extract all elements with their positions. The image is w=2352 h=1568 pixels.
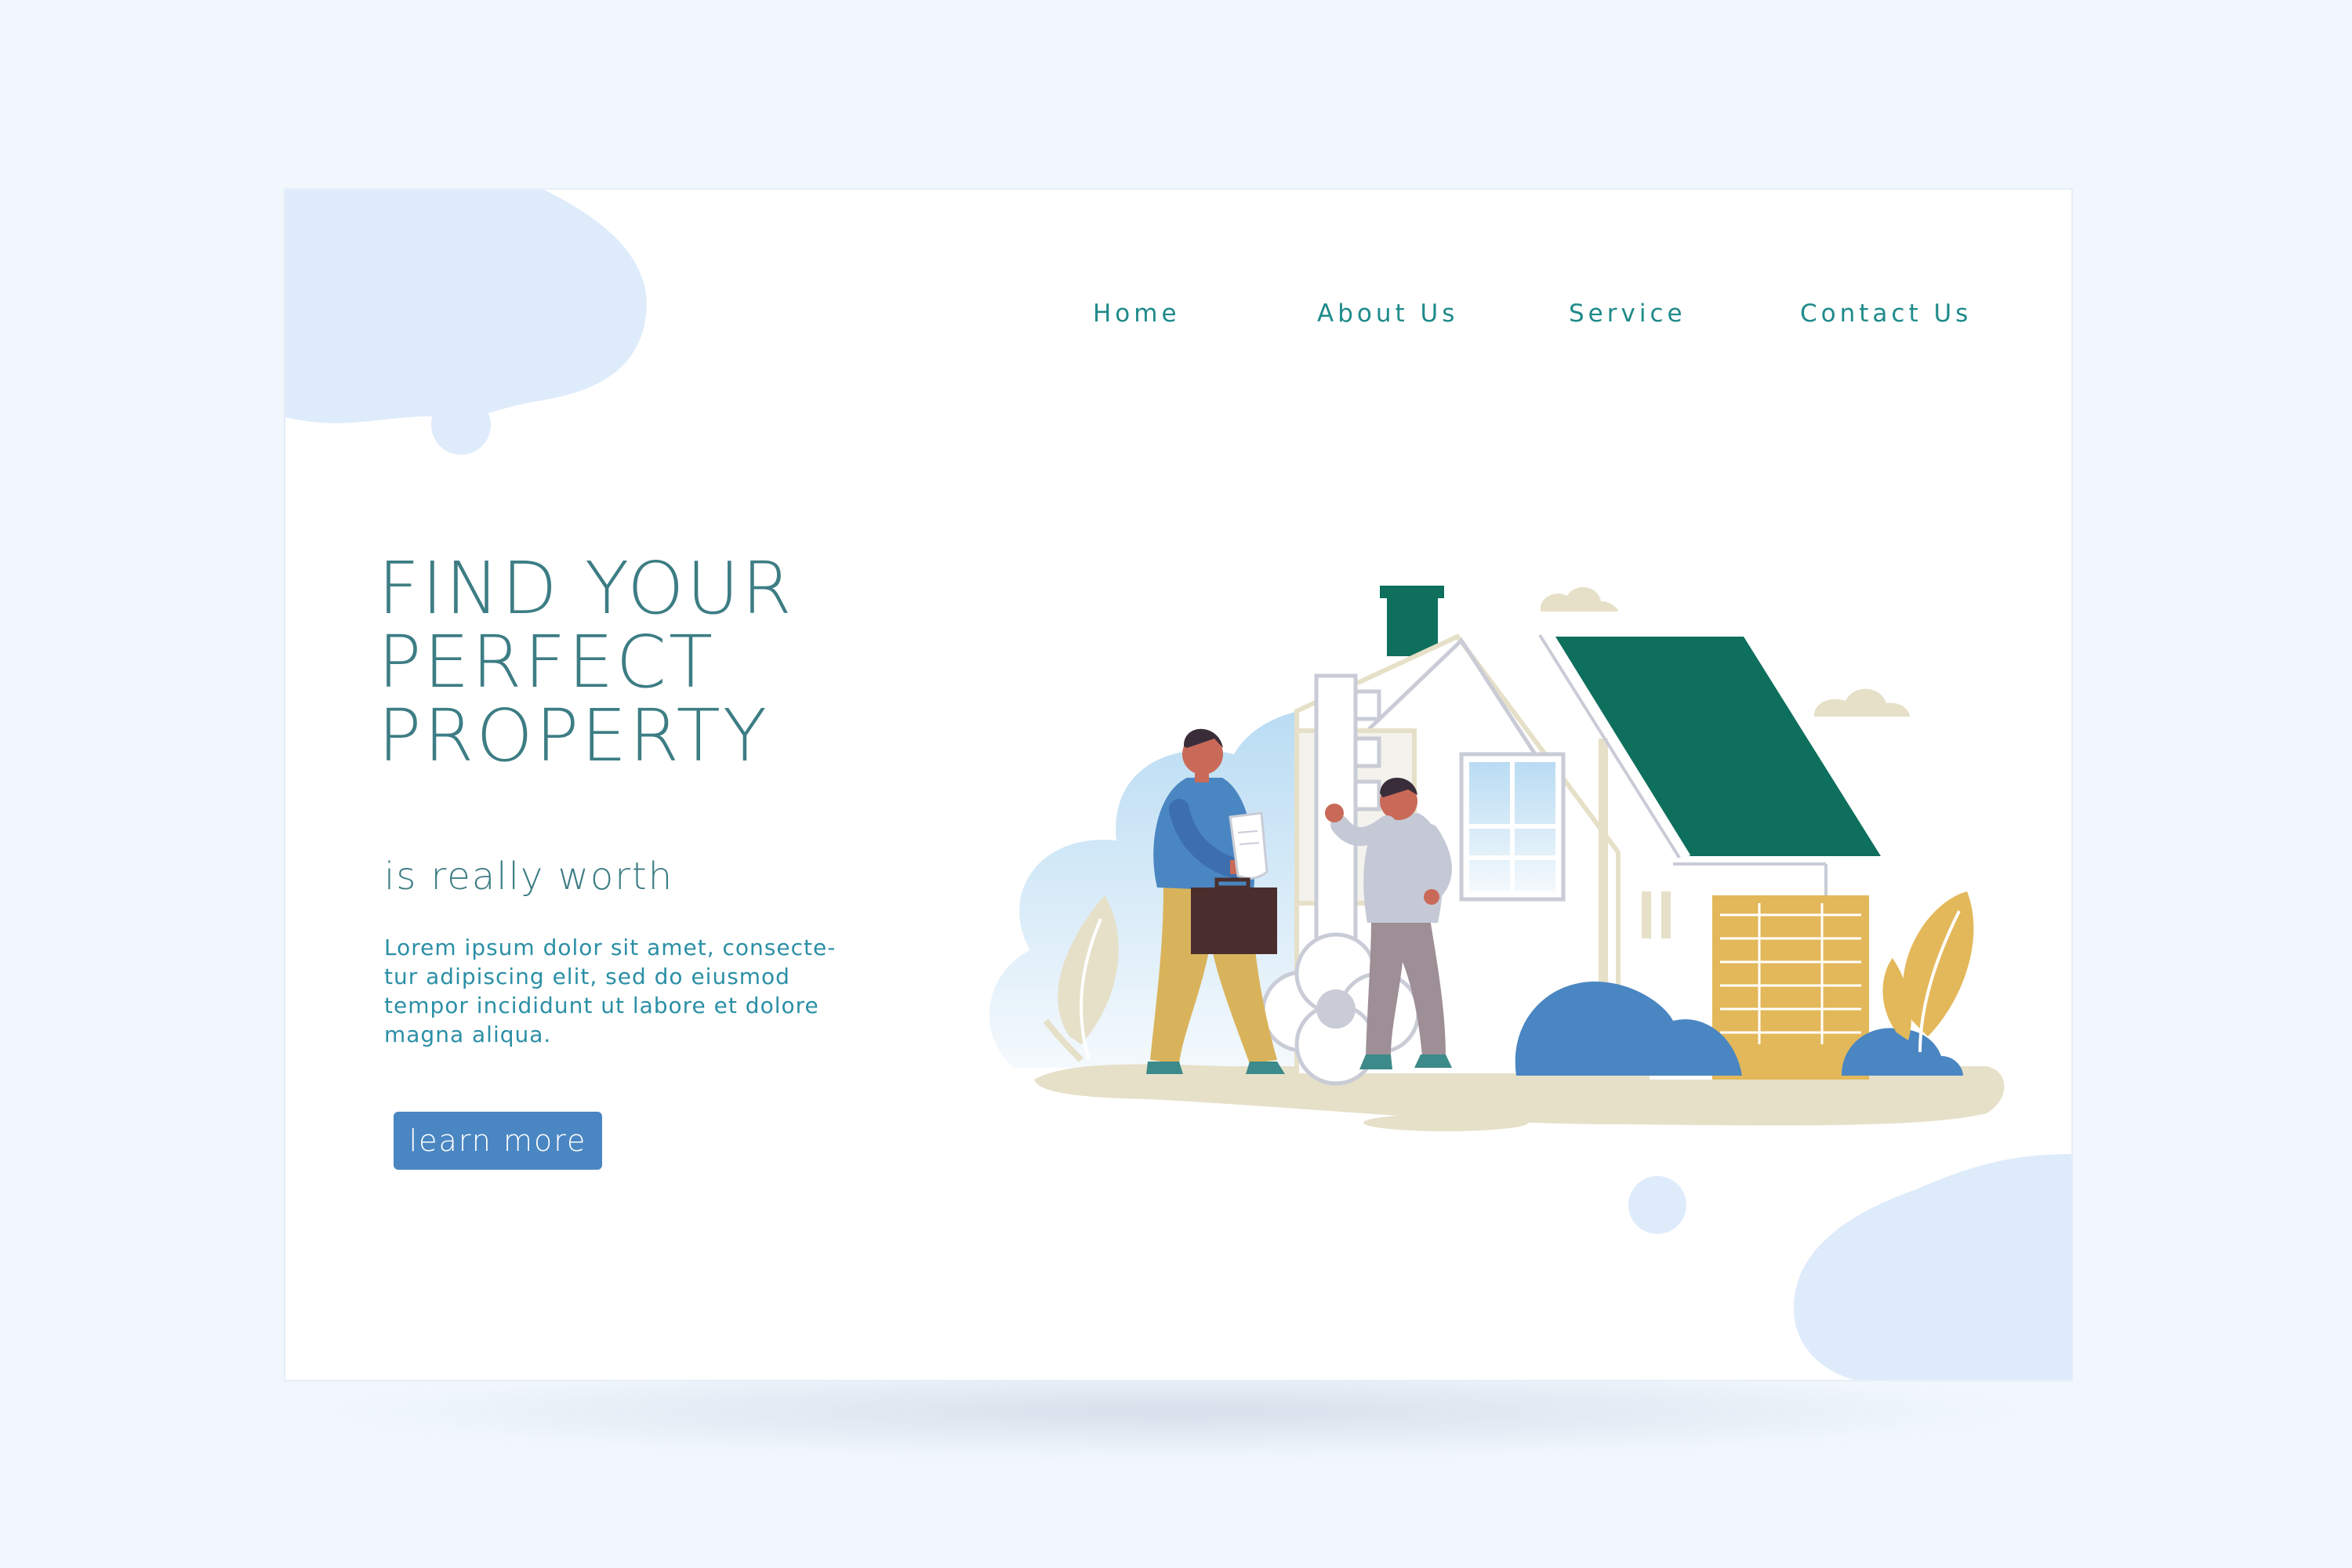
briefcase-icon bbox=[1191, 877, 1277, 954]
hero-illustration bbox=[989, 586, 2005, 1131]
cloud-icon bbox=[1540, 586, 1618, 612]
plant-icon bbox=[1882, 891, 1974, 1053]
cloud-icon bbox=[1814, 688, 1910, 717]
ground-shadow bbox=[1363, 1114, 1528, 1131]
landing-card: Home About Us Service Contact Us FIND YO… bbox=[284, 188, 2073, 1381]
